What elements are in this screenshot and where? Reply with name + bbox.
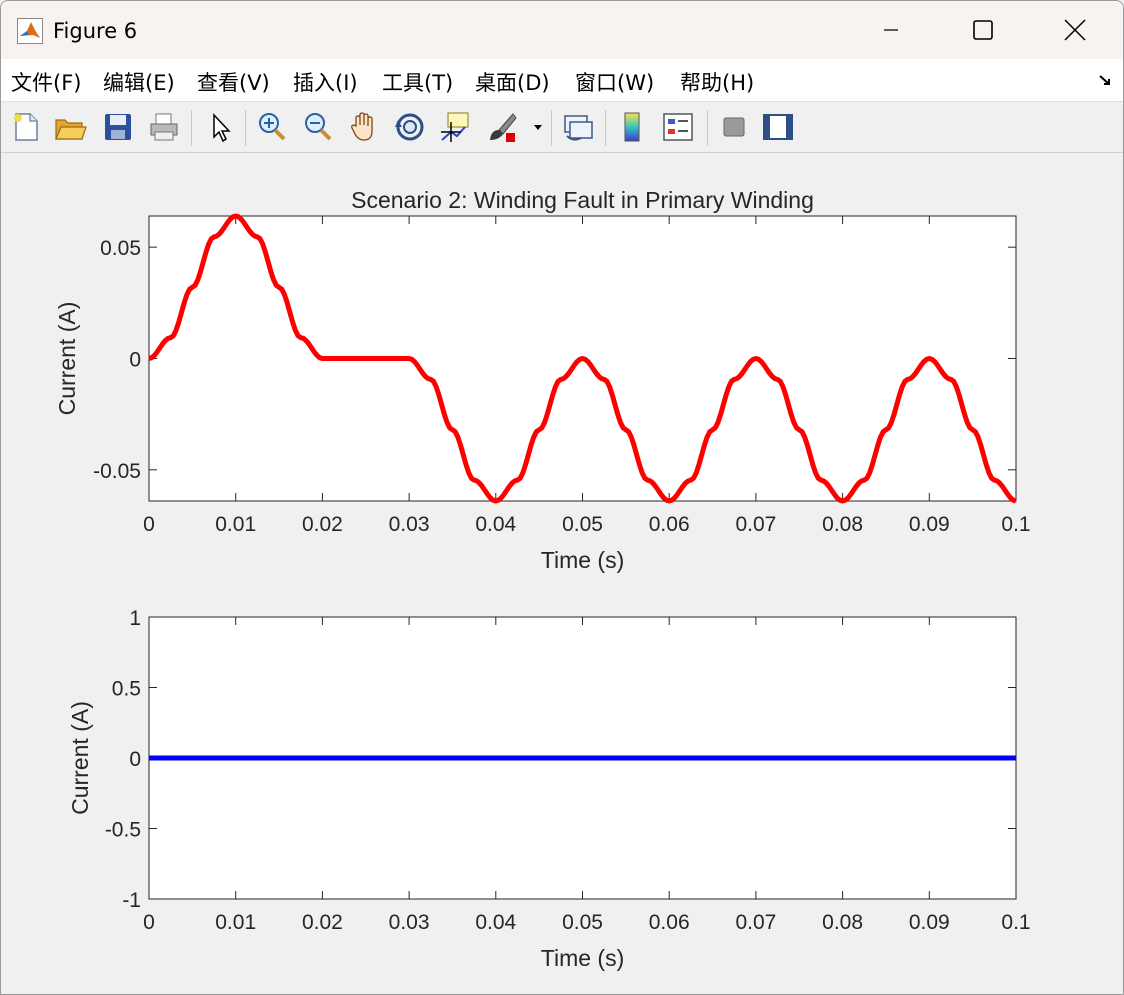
data-cursor-icon[interactable] xyxy=(439,110,473,144)
menu-insert[interactable]: 插入(I) xyxy=(293,67,358,97)
toolbar-separator xyxy=(551,110,552,146)
toolbar-separator xyxy=(707,110,708,146)
y-tick-label: -1 xyxy=(122,889,141,912)
x-tick-label: 0.05 xyxy=(562,513,603,536)
y-tick-label: 0.05 xyxy=(100,237,141,260)
hide-plot-tools-icon[interactable] xyxy=(717,110,751,144)
x-tick-label: 0.1 xyxy=(1001,911,1030,934)
window-title: Figure 6 xyxy=(53,19,138,43)
x-tick-label: 0.06 xyxy=(649,911,690,934)
minimize-button[interactable] xyxy=(845,1,937,59)
x-tick-label: 0.03 xyxy=(389,911,430,934)
colorbar-icon[interactable] xyxy=(615,110,649,144)
toolbar-separator xyxy=(191,110,192,146)
x-tick-label: 0.07 xyxy=(735,911,776,934)
close-icon xyxy=(1064,19,1086,41)
y-tick-label: -0.5 xyxy=(105,819,141,842)
brush-dropdown-icon[interactable] xyxy=(531,110,545,144)
x-tick-label: 0.02 xyxy=(302,911,343,934)
print-icon[interactable] xyxy=(147,110,181,144)
rotate-3d-icon[interactable] xyxy=(393,110,427,144)
open-file-icon[interactable] xyxy=(53,110,87,144)
x-tick-label: 0.09 xyxy=(909,911,950,934)
x-tick-label: 0.03 xyxy=(389,513,430,536)
y-axis-label: Current (A) xyxy=(54,302,80,416)
x-axis-label: Time (s) xyxy=(541,547,624,573)
x-tick-label: 0.08 xyxy=(822,911,863,934)
menu-file[interactable]: 文件(F) xyxy=(11,67,81,97)
x-tick-label: 0.04 xyxy=(475,911,516,934)
x-tick-label: 0 xyxy=(143,911,155,934)
new-figure-icon[interactable] xyxy=(9,110,43,144)
y-tick-label: 0 xyxy=(129,748,141,771)
figure-window: Figure 6 文件(F) 编辑(E) 查看(V) 插入(I) 工具(T) 桌… xyxy=(0,0,1124,995)
x-tick-label: 0 xyxy=(143,513,155,536)
x-tick-label: 0.07 xyxy=(735,513,776,536)
menu-desktop[interactable]: 桌面(D) xyxy=(475,67,550,97)
x-tick-label: 0.04 xyxy=(475,513,516,536)
brush-icon[interactable] xyxy=(485,110,519,144)
matlab-logo-icon xyxy=(17,18,43,44)
link-plot-icon[interactable] xyxy=(561,110,595,144)
zoom-out-icon[interactable] xyxy=(301,110,335,144)
figure-canvas[interactable]: 0 0.01 0.02 0.03 0.04 0.05 0.06 0.07 0.08 0.09 0.1… xyxy=(1,153,1123,994)
x-tick-label: 0.1 xyxy=(1001,513,1030,536)
x-tick-label: 0.02 xyxy=(302,513,343,536)
zoom-in-icon[interactable] xyxy=(255,110,289,144)
x-axis-label: Time (s) xyxy=(541,945,624,971)
minimize-icon xyxy=(884,29,898,31)
x-tick-label: 0.05 xyxy=(562,911,603,934)
menu-tools[interactable]: 工具(T) xyxy=(382,67,453,97)
show-plot-tools-icon[interactable] xyxy=(761,110,795,144)
legend-icon[interactable] xyxy=(661,110,695,144)
toolbar-separator xyxy=(605,110,606,146)
dock-arrow-icon[interactable] xyxy=(1099,75,1113,87)
pointer-icon[interactable] xyxy=(203,110,237,144)
x-tick-label: 0.08 xyxy=(822,513,863,536)
menu-edit[interactable]: 编辑(E) xyxy=(103,67,175,97)
x-tick-label: 0.01 xyxy=(215,513,256,536)
figure-toolbar xyxy=(1,102,1123,153)
y-tick-label: -0.05 xyxy=(93,460,141,483)
y-tick-label: 1 xyxy=(129,607,141,630)
plot-canvas[interactable]: 0 0.01 0.02 0.03 0.04 0.05 0.06 0.07 0.08 0.09 0.1… xyxy=(1,153,1123,994)
menu-view[interactable]: 查看(V) xyxy=(197,67,270,97)
maximize-button[interactable] xyxy=(937,1,1029,59)
maximize-icon xyxy=(973,20,993,40)
menu-help[interactable]: 帮助(H) xyxy=(680,67,754,97)
x-tick-label: 0.01 xyxy=(215,911,256,934)
menu-bar: 文件(F) 编辑(E) 查看(V) 插入(I) 工具(T) 桌面(D) 窗口(W… xyxy=(1,59,1123,102)
menu-window[interactable]: 窗口(W) xyxy=(575,67,654,97)
y-tick-label: 0 xyxy=(129,349,141,372)
y-axis-label: Current (A) xyxy=(67,701,93,815)
plot-title: Scenario 2: Winding Fault in Primary Win… xyxy=(351,187,814,213)
y-tick-label: 0.5 xyxy=(112,678,141,701)
save-icon[interactable] xyxy=(101,110,135,144)
x-tick-label: 0.09 xyxy=(909,513,950,536)
x-tick-label: 0.06 xyxy=(649,513,690,536)
title-bar[interactable]: Figure 6 xyxy=(1,1,1123,59)
close-button[interactable] xyxy=(1029,1,1121,59)
pan-hand-icon[interactable] xyxy=(347,110,381,144)
toolbar-separator xyxy=(245,110,246,146)
